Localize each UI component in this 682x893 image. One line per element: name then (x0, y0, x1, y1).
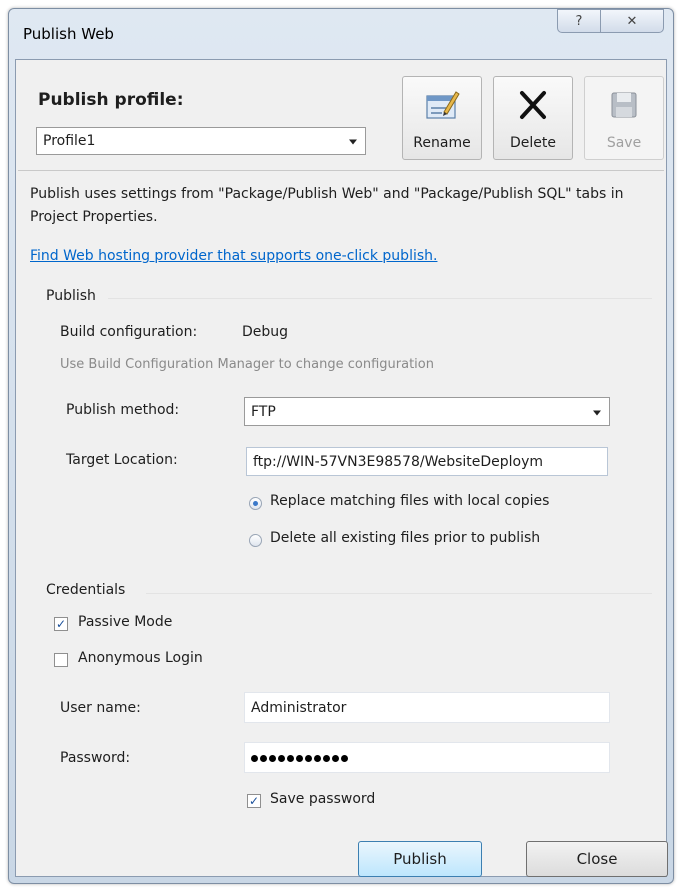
dialog-body: Publish profile: Profile1 Rename Delete … (15, 59, 668, 877)
save-disk-icon (606, 87, 642, 123)
passive-mode-label[interactable]: Passive Mode (78, 614, 172, 630)
password-dot (305, 754, 312, 762)
publish-profile-label: Publish profile: (38, 90, 184, 110)
publish-group-line (108, 298, 652, 299)
password-dot (296, 754, 303, 762)
password-dot (251, 754, 258, 762)
rename-label: Rename (413, 135, 471, 151)
build-configuration-value: Debug (242, 324, 289, 340)
delete-label: Delete (510, 135, 556, 151)
delete-button[interactable]: Delete (493, 76, 573, 160)
password-dot (269, 754, 276, 762)
password-mask (251, 750, 350, 766)
password-dot (287, 754, 294, 762)
replace-files-label[interactable]: Replace matching files with local copies (270, 493, 549, 509)
publish-button[interactable]: Publish (358, 841, 482, 877)
separator (18, 170, 664, 171)
passive-mode-checkbox[interactable]: ✓ (54, 617, 68, 631)
username-input[interactable]: Administrator (244, 692, 610, 723)
close-icon: ✕ (626, 13, 638, 29)
username-value: Administrator (251, 699, 347, 716)
publish-method-label: Publish method: (66, 402, 180, 418)
save-button[interactable]: Save (584, 76, 664, 160)
build-configuration-hint: Use Build Configuration Manager to chang… (60, 357, 434, 372)
close-label: Close (576, 850, 618, 868)
hosting-provider-link[interactable]: Find Web hosting provider that supports … (30, 248, 437, 264)
save-password-checkbox[interactable]: ✓ (247, 794, 261, 808)
delete-existing-radio[interactable] (249, 534, 262, 547)
publish-method-dropdown[interactable]: FTP (244, 397, 610, 426)
password-dot (278, 754, 285, 762)
save-label: Save (606, 135, 642, 151)
publish-label: Publish (393, 850, 447, 868)
close-window-button[interactable]: ✕ (600, 9, 664, 33)
target-location-input[interactable]: ftp://WIN-57VN3E98578/WebsiteDeploym (246, 447, 608, 476)
publish-profile-dropdown[interactable]: Profile1 (36, 127, 366, 155)
username-label: User name: (60, 700, 141, 716)
rename-button[interactable]: Rename (402, 76, 482, 160)
save-password-label[interactable]: Save password (270, 791, 375, 807)
help-icon: ? (575, 13, 583, 29)
password-dot (260, 754, 267, 762)
title-bar[interactable]: Publish Web ? ✕ (9, 9, 673, 59)
publish-method-value: FTP (251, 403, 276, 420)
build-configuration-label: Build configuration: (60, 324, 198, 340)
password-dot (323, 754, 330, 762)
anonymous-login-label[interactable]: Anonymous Login (78, 650, 203, 666)
target-location-value: ftp://WIN-57VN3E98578/WebsiteDeploym (253, 453, 544, 470)
publish-profile-value: Profile1 (43, 133, 96, 149)
delete-x-icon (515, 87, 551, 123)
password-input[interactable] (244, 742, 610, 773)
help-button[interactable]: ? (557, 9, 601, 33)
target-location-label: Target Location: (66, 452, 178, 468)
anonymous-login-checkbox[interactable] (54, 653, 68, 667)
window-title: Publish Web (23, 25, 114, 43)
password-dot (314, 754, 321, 762)
credentials-group-header: Credentials (46, 582, 126, 598)
replace-files-radio[interactable] (249, 497, 262, 510)
credentials-group-line (146, 593, 652, 594)
delete-existing-label[interactable]: Delete all existing files prior to publi… (270, 530, 540, 546)
password-label: Password: (60, 750, 131, 766)
publish-web-dialog: Publish Web ? ✕ Publish profile: Profile… (8, 8, 674, 884)
password-dot (332, 754, 339, 762)
password-dot (341, 754, 348, 762)
chevron-down-icon (593, 410, 601, 415)
chevron-down-icon (349, 139, 357, 145)
publish-description: Publish uses settings from "Package/Publ… (30, 186, 624, 225)
close-button[interactable]: Close (526, 841, 668, 877)
publish-group-header: Publish (46, 288, 96, 304)
rename-icon (424, 87, 460, 123)
